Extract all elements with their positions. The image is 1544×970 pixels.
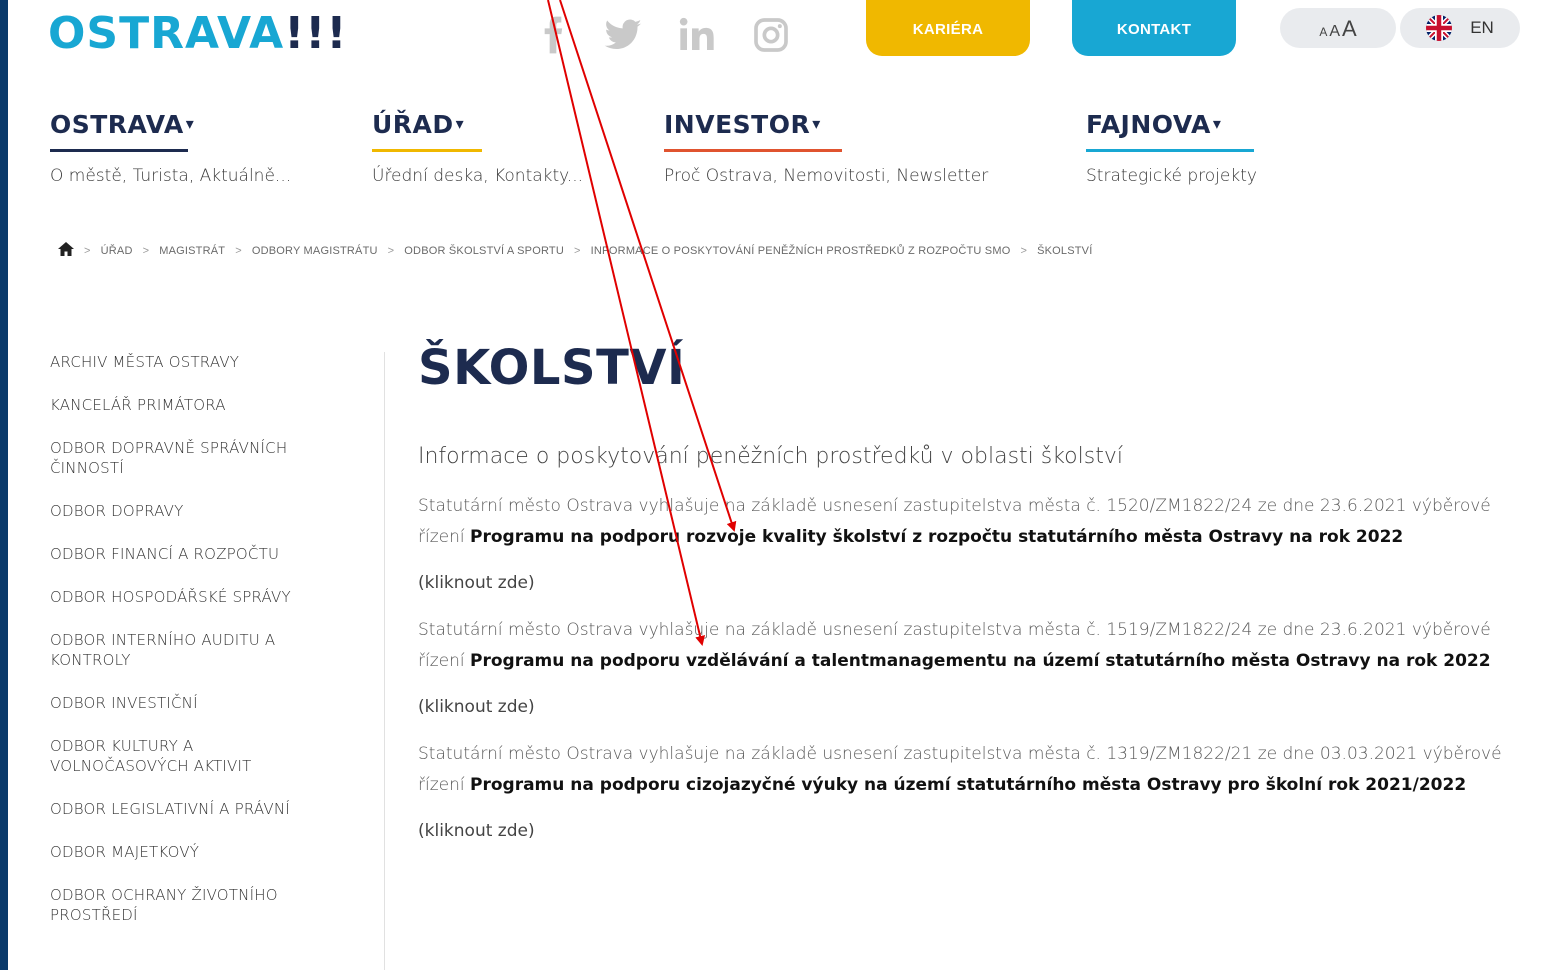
breadcrumb-item[interactable]: MAGISTRÁT [159,245,225,257]
click-here-link[interactable]: (kliknout zde) [418,697,535,717]
nav-investor[interactable]: INVESTOR ▾ Proč Ostrava, Nemovitosti, New… [664,110,988,186]
sidebar-item-kancelar-primatora[interactable]: KANCELÁŘ PRIMÁTORA [50,395,350,415]
breadcrumb-separator: > [235,244,242,257]
nav-urad[interactable]: ÚŘAD ▾ Úřední deska, Kontakty... [372,110,583,186]
breadcrumb-separator: > [1020,244,1028,257]
nav-underline-investor [664,149,842,152]
sidebar-item-kultury[interactable]: ODBOR KULTURY A VOLNOČASOVÝCH AKTIVIT [50,736,320,776]
nav-sub-ostrava[interactable]: O městě, Turista, Aktuálně... [50,166,291,186]
click-here-link[interactable]: (kliknout zde) [418,821,535,841]
nav-sub-urad[interactable]: Úřední deska, Kontakty... [372,166,583,186]
sidebar-item-dopravne-spravnich-cinnosti[interactable]: ODBOR DOPRAVNĚ SPRÁVNÍCH ČINNOSTÍ [50,438,310,478]
breadcrumb-item[interactable]: ÚŘAD [101,245,133,257]
sidebar-item-investicni[interactable]: ODBOR INVESTIČNÍ [50,693,350,713]
nav-underline-ostrava [50,149,188,152]
nav-fajnova[interactable]: FAJNOVA ▾ Strategické projekty [1086,110,1257,186]
program-paragraph: Statutární město Ostrava vyhlašuje na zá… [418,491,1508,553]
sidebar-item-legislativni[interactable]: ODBOR LEGISLATIVNÍ A PRÁVNÍ [50,799,290,819]
breadcrumb: > ÚŘAD > MAGISTRÁT > ODBORY MAGISTRÁTU >… [58,242,1092,259]
twitter-icon[interactable] [600,12,646,58]
breadcrumb-separator: > [142,244,150,257]
nav-sub-investor[interactable]: Proč Ostrava, Nemovitosti, Newsletter [664,166,988,186]
sidebar-item-archiv[interactable]: ARCHIV MĚSTA OSTRAVY [50,352,350,372]
lang-label: EN [1470,18,1494,37]
sidebar-item-majetkovy[interactable]: ODBOR MAJETKOVÝ [50,842,350,862]
font-size-switcher[interactable]: A A A [1280,8,1396,48]
nav-title-fajnova[interactable]: FAJNOVA ▾ [1086,110,1221,149]
sidebar-item-dopravy[interactable]: ODBOR DOPRAVY [50,501,350,521]
sidebar-divider [384,352,385,970]
contact-label: KONTAKT [1116,20,1192,38]
nav-title-urad[interactable]: ÚŘAD ▾ [372,110,464,149]
home-icon[interactable] [58,242,74,259]
careers-button[interactable]: KARIÉRA [866,0,1030,56]
contact-button[interactable]: KONTAKT [1072,0,1236,56]
click-here-link[interactable]: (kliknout zde) [418,573,535,593]
nav-title-investor[interactable]: INVESTOR ▾ [664,110,821,149]
program-title: Programu na podporu vzdělávání a talentm… [470,651,1491,671]
linkedin-icon[interactable] [674,12,720,58]
uk-flag-icon [1426,15,1453,41]
page: OSTRAVA!!! KARIÉRA KONTAKT A A A EN OSTR… [8,0,1544,970]
nav-sub-fajnova[interactable]: Strategické projekty [1086,166,1257,186]
sidebar-item-financi-a-rozpoctu[interactable]: ODBOR FINANCÍ A ROZPOČTU [50,544,350,564]
facebook-icon[interactable] [530,12,576,58]
breadcrumb-separator: > [573,244,581,257]
nav-underline-urad [372,149,482,152]
program-paragraph: Statutární město Ostrava vyhlašuje na zá… [418,739,1508,801]
breadcrumb-item[interactable]: ODBORY MAGISTRÁTU [252,245,378,257]
program-title: Programu na podporu cizojazyčné výuky na… [470,775,1467,795]
lead-text: Informace o poskytování peněžních prostř… [418,444,1123,469]
logo-bang: !!! [284,8,348,59]
instagram-icon[interactable] [748,12,794,58]
font-size-small[interactable]: A [1319,25,1327,39]
language-switcher[interactable]: EN [1400,8,1520,48]
font-size-medium[interactable]: A [1329,23,1340,41]
logo-text: OSTRAVA [48,8,285,59]
sidebar-item-ochrany-zp[interactable]: ODBOR OCHRANY ŽIVOTNÍHO PROSTŘEDÍ [50,885,350,925]
nav-title-ostrava[interactable]: OSTRAVA ▾ [50,110,194,149]
breadcrumb-item[interactable]: INFORMACE O POSKYTOVÁNÍ PENĚŽNÍCH PROSTŘ… [591,245,1011,257]
page-title: ŠKOLSTVÍ [418,340,686,396]
sidebar: ARCHIV MĚSTA OSTRAVY KANCELÁŘ PRIMÁTORA … [50,352,350,948]
sidebar-item-hospodarske-spravy[interactable]: ODBOR HOSPODÁŘSKÉ SPRÁVY [50,587,300,607]
ostrava-logo[interactable]: OSTRAVA!!! [48,8,347,59]
breadcrumb-separator: > [84,244,91,257]
nav-ostrava[interactable]: OSTRAVA ▾ O městě, Turista, Aktuálně... [50,110,291,186]
main-content: ŠKOLSTVÍ Informace o poskytování peněžní… [418,340,1508,841]
breadcrumb-separator: > [387,244,395,257]
breadcrumb-current: ŠKOLSTVÍ [1037,244,1093,257]
nav-underline-fajnova [1086,149,1254,152]
program-title: Programu na podporu rozvoje kvality škol… [470,527,1404,547]
breadcrumb-item[interactable]: ODBOR ŠKOLSTVÍ A SPORTU [404,245,564,257]
program-paragraph: Statutární město Ostrava vyhlašuje na zá… [418,615,1508,677]
font-size-large[interactable]: A [1342,16,1357,42]
careers-label: KARIÉRA [912,20,984,38]
sidebar-item-interniho-auditu[interactable]: ODBOR INTERNÍHO AUDITU A KONTROLY [50,630,350,670]
